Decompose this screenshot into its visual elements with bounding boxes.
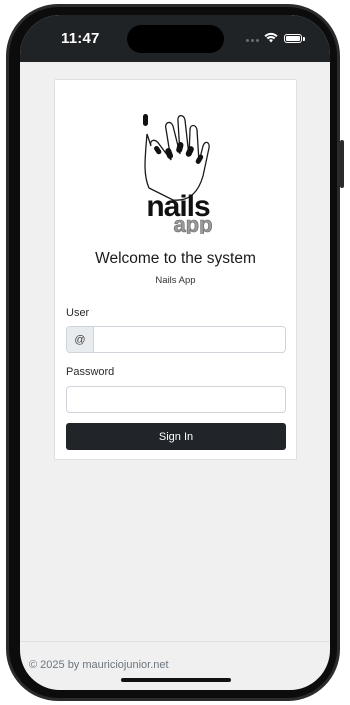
password-label: Password xyxy=(66,366,115,378)
dynamic-island xyxy=(127,25,224,53)
footer-divider xyxy=(20,641,330,642)
login-card: nails app Welcome to the system Nails Ap… xyxy=(54,79,297,460)
battery-tip xyxy=(303,37,305,41)
logo-text-app: app xyxy=(173,212,212,234)
screen: 11:47 nails app Welcome to the system Na… xyxy=(20,15,330,690)
side-button xyxy=(340,140,344,188)
wifi-icon xyxy=(264,32,278,43)
user-input-group: @ xyxy=(66,326,286,353)
footer-credit: © 2025 by mauriciojunior.net xyxy=(29,659,169,671)
user-input[interactable] xyxy=(94,327,285,352)
sign-in-button[interactable]: Sign In xyxy=(66,423,286,450)
user-label: User xyxy=(66,307,90,319)
welcome-heading: Welcome to the system xyxy=(95,250,256,267)
status-time: 11:47 xyxy=(61,30,100,47)
status-bar: 11:47 xyxy=(20,15,330,62)
battery-icon xyxy=(284,34,302,43)
at-sign-addon: @ xyxy=(67,327,94,352)
app-subtitle: Nails App xyxy=(155,275,196,286)
password-input[interactable] xyxy=(66,386,286,413)
home-indicator[interactable] xyxy=(121,678,231,682)
nails-app-logo: nails app xyxy=(143,114,213,234)
